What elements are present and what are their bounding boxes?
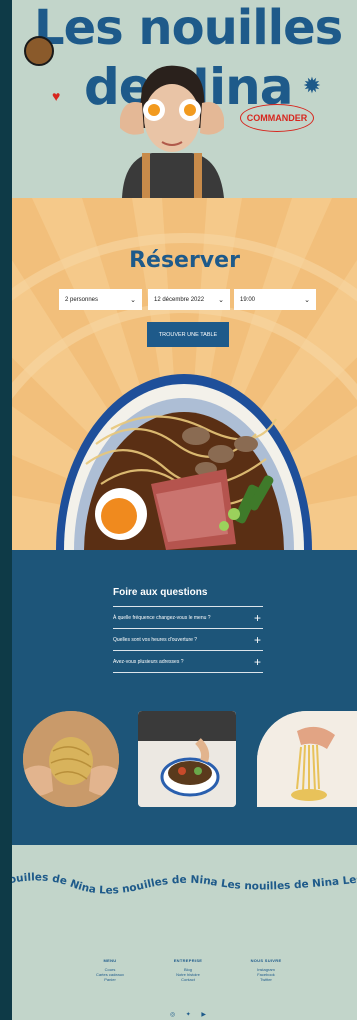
left-edge-strip: [0, 0, 12, 1020]
plus-icon[interactable]: +: [254, 656, 261, 668]
faq-divider: [113, 650, 263, 651]
time-select-value: 19:00: [240, 296, 256, 303]
noodle-hands-photo: [23, 711, 119, 807]
footer-link[interactable]: Twitter: [236, 977, 296, 982]
footer-heading: MENU: [103, 958, 117, 963]
instagram-icon[interactable]: ◎: [170, 1011, 175, 1018]
plus-icon[interactable]: +: [254, 612, 261, 624]
marquee-text: nouilles de Nina Les nouilles de Nina Le…: [12, 836, 357, 897]
faq-question-1[interactable]: À quelle fréquence changez-vous le menu …: [113, 615, 211, 621]
hero-section: Les nouilles de Nina ♥ ✹ COMMANDER: [12, 0, 357, 198]
bowl-star-icon: ✹: [302, 73, 322, 98]
footer-column-menu: MENU Cours Cartes cadeaux Panier: [80, 958, 140, 982]
time-select[interactable]: 19:00 ⌄: [234, 289, 316, 310]
noodle-pull-photo: [257, 711, 357, 807]
reservation-section: Réserver 2 personnes ⌄ 12 décembre 2022 …: [12, 198, 357, 550]
faq-title: Foire aux questions: [113, 587, 208, 598]
footer-column-follow: NOUS SUIVRE Instagram Facebook Twitter: [236, 958, 296, 982]
hero-title-line-1: Les nouilles: [34, 0, 343, 56]
faq-divider: [113, 606, 263, 607]
reservation-title: Réserver: [129, 248, 240, 273]
social-links: ◎ ✦ ▶: [170, 1011, 206, 1018]
hero-portrait-image: [120, 65, 224, 198]
page: Les nouilles de Nina ♥ ✹ COMMANDER Réser…: [12, 0, 357, 1020]
youtube-icon[interactable]: ▶: [201, 1011, 206, 1018]
people-select[interactable]: 2 personnes ⌄: [59, 289, 142, 310]
chevron-down-icon: ⌄: [130, 296, 136, 304]
faq-section: Foire aux questions À quelle fréquence c…: [12, 550, 357, 845]
date-select[interactable]: 12 décembre 2022 ⌄: [148, 289, 230, 310]
find-table-button[interactable]: TROUVER UNE TABLE: [147, 322, 229, 347]
logo-badge-icon[interactable]: [24, 36, 54, 66]
footer-column-company: ENTREPRISE Blog Notre histoire Contact: [158, 958, 218, 982]
heart-icon: ♥: [52, 88, 61, 104]
footer-link[interactable]: Contact: [158, 977, 218, 982]
faq-question-3[interactable]: Avez-vous plusieurs adresses ?: [113, 659, 184, 665]
marquee-section: nouilles de Nina Les nouilles de Nina Le…: [12, 836, 357, 945]
date-select-value: 12 décembre 2022: [154, 296, 205, 303]
footer: MENU Cours Cartes cadeaux Panier ENTREPR…: [12, 945, 357, 1020]
chevron-down-icon: ⌄: [304, 296, 310, 304]
footer-link[interactable]: Panier: [80, 977, 140, 982]
faq-question-2[interactable]: Quelles sont vos heures d'ouverture ?: [113, 637, 197, 643]
twitter-icon[interactable]: ✦: [186, 1011, 191, 1018]
people-select-value: 2 personnes: [65, 296, 99, 303]
svg-text:nouilles de Nina Les nouilles: nouilles de Nina Les nouilles de Nina Le…: [12, 845, 357, 897]
footer-heading: ENTREPRISE: [173, 958, 203, 963]
marquee-wave: nouilles de Nina Les nouilles de Nina Le…: [12, 836, 357, 897]
plus-icon[interactable]: +: [254, 634, 261, 646]
chevron-down-icon: ⌄: [218, 296, 224, 304]
ramen-bowl-image: [56, 374, 312, 550]
ramen-serving-photo: [138, 711, 236, 807]
faq-divider: [113, 628, 263, 629]
faq-divider: [113, 672, 263, 673]
order-button[interactable]: COMMANDER: [240, 104, 314, 132]
footer-heading: NOUS SUIVRE: [250, 958, 282, 963]
